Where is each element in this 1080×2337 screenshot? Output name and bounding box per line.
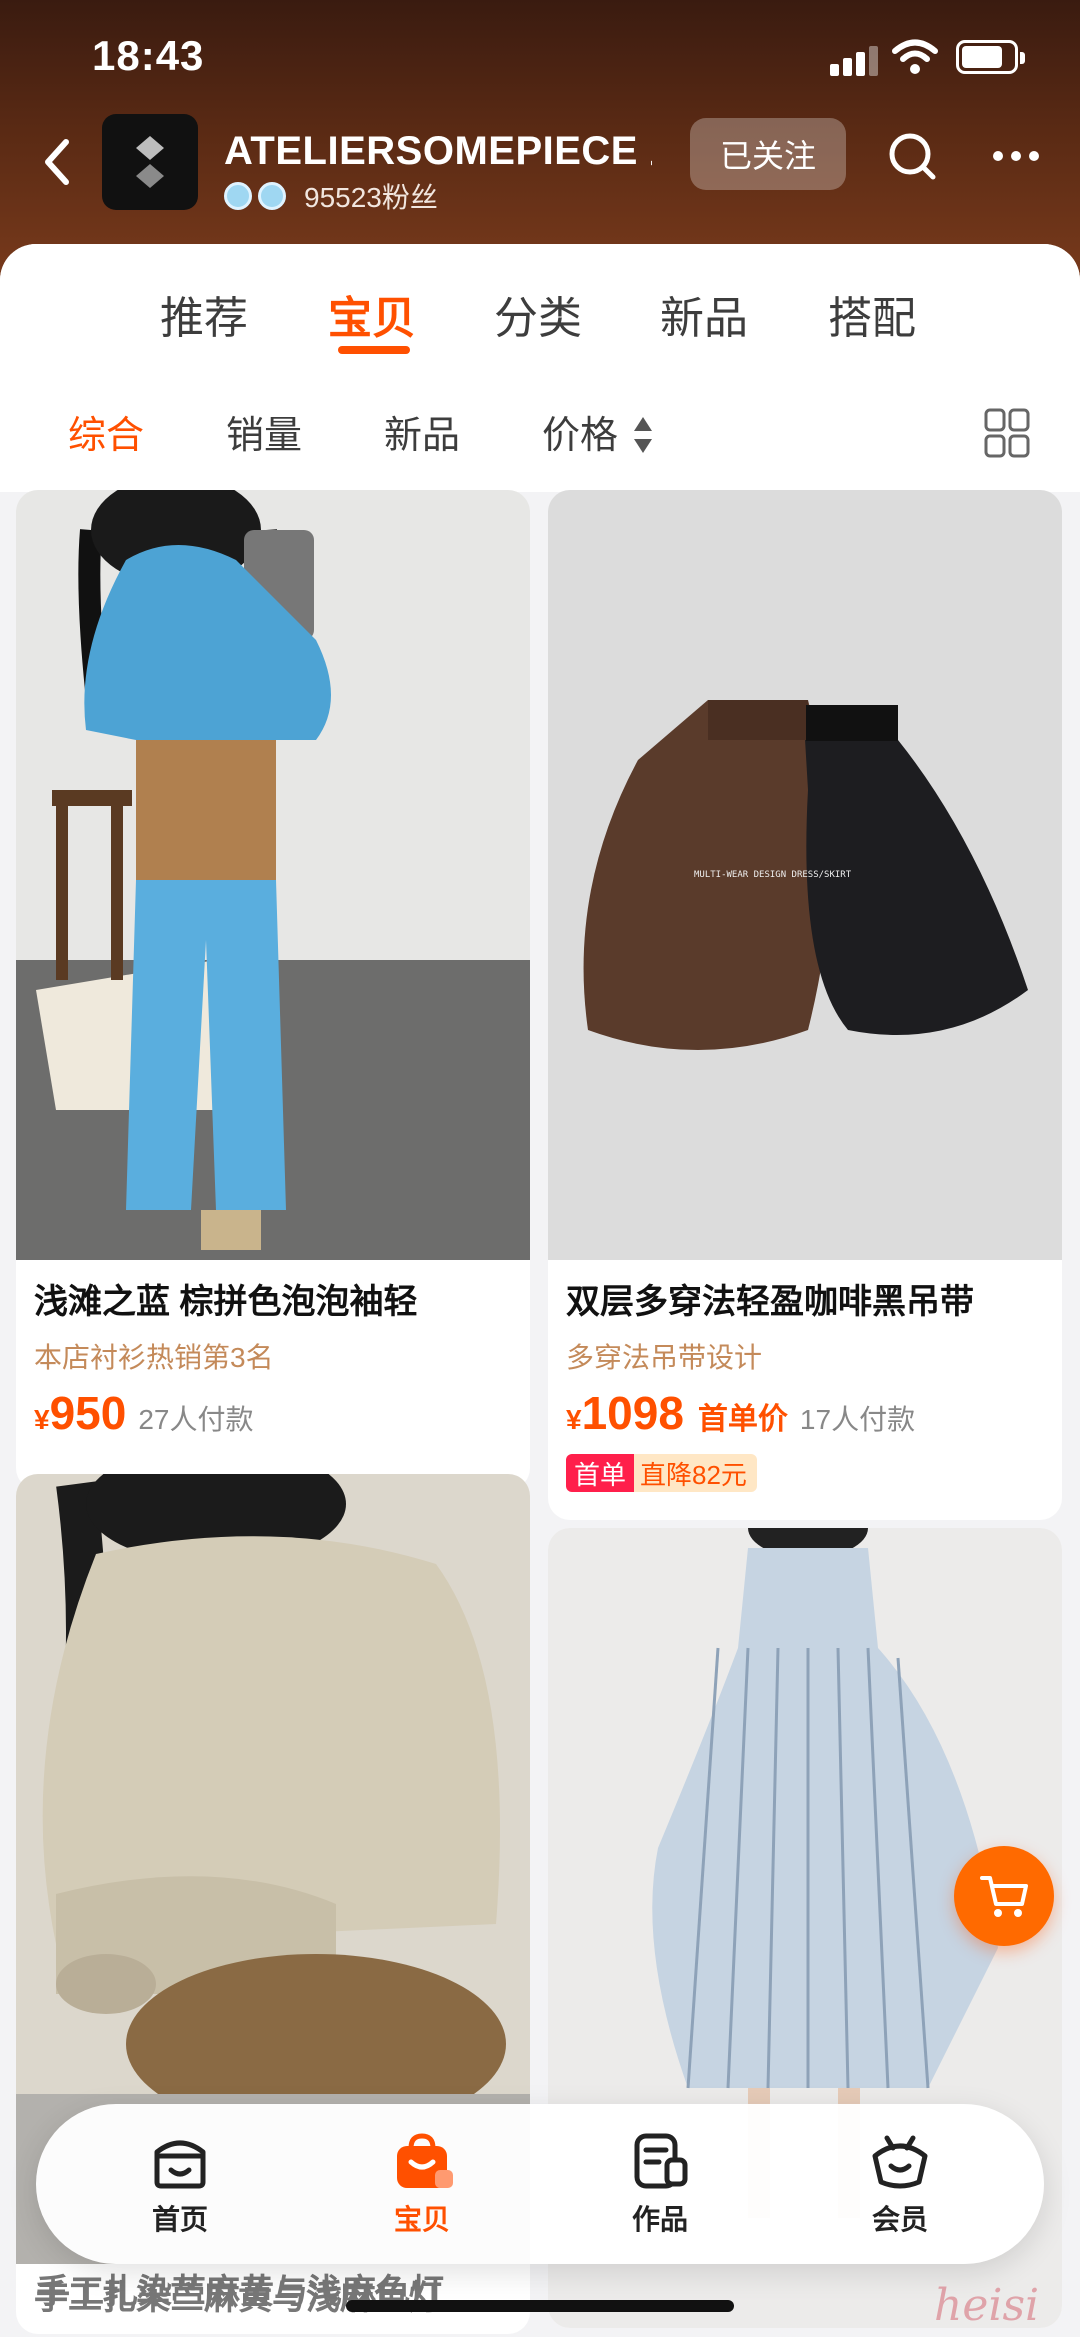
fans-count: 95523粉丝 xyxy=(304,182,438,213)
coupon-first-order: 首单 xyxy=(566,1454,635,1492)
wifi-icon xyxy=(892,39,938,74)
search-icon[interactable] xyxy=(886,130,938,182)
more-icon[interactable] xyxy=(990,134,1042,178)
product-photo xyxy=(16,490,530,1260)
nav-works[interactable]: 作品 xyxy=(590,2132,730,2242)
works-icon xyxy=(634,2133,688,2189)
back-icon[interactable] xyxy=(36,132,80,192)
product-price: ¥ 1098 首单价 17人付款 xyxy=(566,1386,915,1440)
currency-symbol: ¥ xyxy=(566,1404,582,1435)
shopping-bag-icon xyxy=(397,2133,453,2188)
home-indicator[interactable] xyxy=(346,2300,734,2312)
product-card[interactable]: 浅滩之蓝 棕拼色泡泡袖轻 本店衬衫热销第3名 ¥ 950 27人付款 xyxy=(16,490,530,1490)
tab-new[interactable]: 新品 xyxy=(660,282,748,346)
sort-sales[interactable]: 销量 xyxy=(226,404,302,459)
tab-outfit[interactable]: 搭配 xyxy=(828,282,916,346)
tab-products[interactable]: 宝贝 xyxy=(328,282,416,346)
member-icon xyxy=(872,2135,928,2189)
nav-member[interactable]: 会员 xyxy=(830,2132,970,2242)
follow-button[interactable]: 已关注 xyxy=(690,118,846,190)
crown-badge-icon xyxy=(258,182,286,210)
shop-tabs: 推荐 宝贝 分类 新品 搭配 xyxy=(0,244,1080,384)
sort-arrows-icon[interactable] xyxy=(632,414,654,456)
shop-name[interactable]: ATELIERSOMEPIECE 工砖 xyxy=(224,118,652,168)
product-rank-tag: 本店衬衫热销第3名 xyxy=(34,1342,274,1373)
coupon-badge: 首单 直降82元 xyxy=(566,1454,757,1492)
price-amount: 1098 xyxy=(581,1387,684,1439)
sort-bar: 综合 销量 新品 价格 xyxy=(0,384,1080,492)
sort-overall[interactable]: 综合 xyxy=(68,404,144,459)
shop-logo[interactable] xyxy=(102,114,198,210)
nav-products-label: 宝贝 xyxy=(393,2204,450,2235)
active-tab-indicator xyxy=(338,346,410,354)
watermark: heisi xyxy=(934,2280,1040,2331)
cellular-signal-icon xyxy=(830,44,878,76)
status-bar: 18:43 xyxy=(0,0,1080,120)
status-time: 18:43 xyxy=(92,32,205,79)
bottom-nav: 首页 宝贝 作品 会员 xyxy=(36,2104,1044,2264)
nav-products[interactable]: 宝贝 xyxy=(352,2132,492,2242)
crown-badge-icon xyxy=(224,182,252,210)
paid-count: 27人付款 xyxy=(138,1404,254,1435)
battery-icon xyxy=(956,40,1025,74)
product-title: 浅滩之蓝 棕拼色泡泡袖轻 xyxy=(34,1283,418,1321)
home-icon xyxy=(154,2140,206,2189)
paid-count: 17人付款 xyxy=(799,1404,916,1435)
photo-caption: MULTI-WEAR DESIGN DRESS/SKIRT xyxy=(694,870,852,880)
nav-home-label: 首页 xyxy=(151,2204,208,2235)
nav-works-label: 作品 xyxy=(631,2204,688,2235)
cart-button[interactable] xyxy=(954,1846,1054,1946)
product-title: 双层多穿法轻盈咖啡黑吊带 xyxy=(566,1283,974,1321)
price-amount: 950 xyxy=(49,1387,127,1439)
product-card[interactable]: MULTI-WEAR DESIGN DRESS/SKIRT 双层多穿法轻盈咖啡黑… xyxy=(548,490,1062,1520)
shopping-cart-icon xyxy=(980,1876,1028,1917)
tab-category[interactable]: 分类 xyxy=(494,282,582,346)
coupon-discount: 直降82元 xyxy=(634,1454,757,1492)
product-tag: 多穿法吊带设计 xyxy=(566,1342,763,1373)
shop-nav-row: ATELIERSOMEPIECE 工砖 95523粉丝 已关注 xyxy=(0,110,1080,220)
tab-recommend[interactable]: 推荐 xyxy=(160,282,248,346)
nav-home[interactable]: 首页 xyxy=(110,2132,250,2242)
sort-price[interactable]: 价格 xyxy=(542,404,618,459)
sort-newest[interactable]: 新品 xyxy=(384,404,460,459)
first-order-price-label: 首单价 xyxy=(697,1403,788,1436)
grid-view-icon[interactable] xyxy=(984,408,1030,458)
shop-logo-mark-icon xyxy=(136,136,164,188)
product-price: ¥ 950 27人付款 xyxy=(34,1386,253,1440)
shop-meta: 95523粉丝 xyxy=(224,176,438,216)
currency-symbol: ¥ xyxy=(34,1404,50,1435)
nav-member-label: 会员 xyxy=(871,2204,928,2235)
